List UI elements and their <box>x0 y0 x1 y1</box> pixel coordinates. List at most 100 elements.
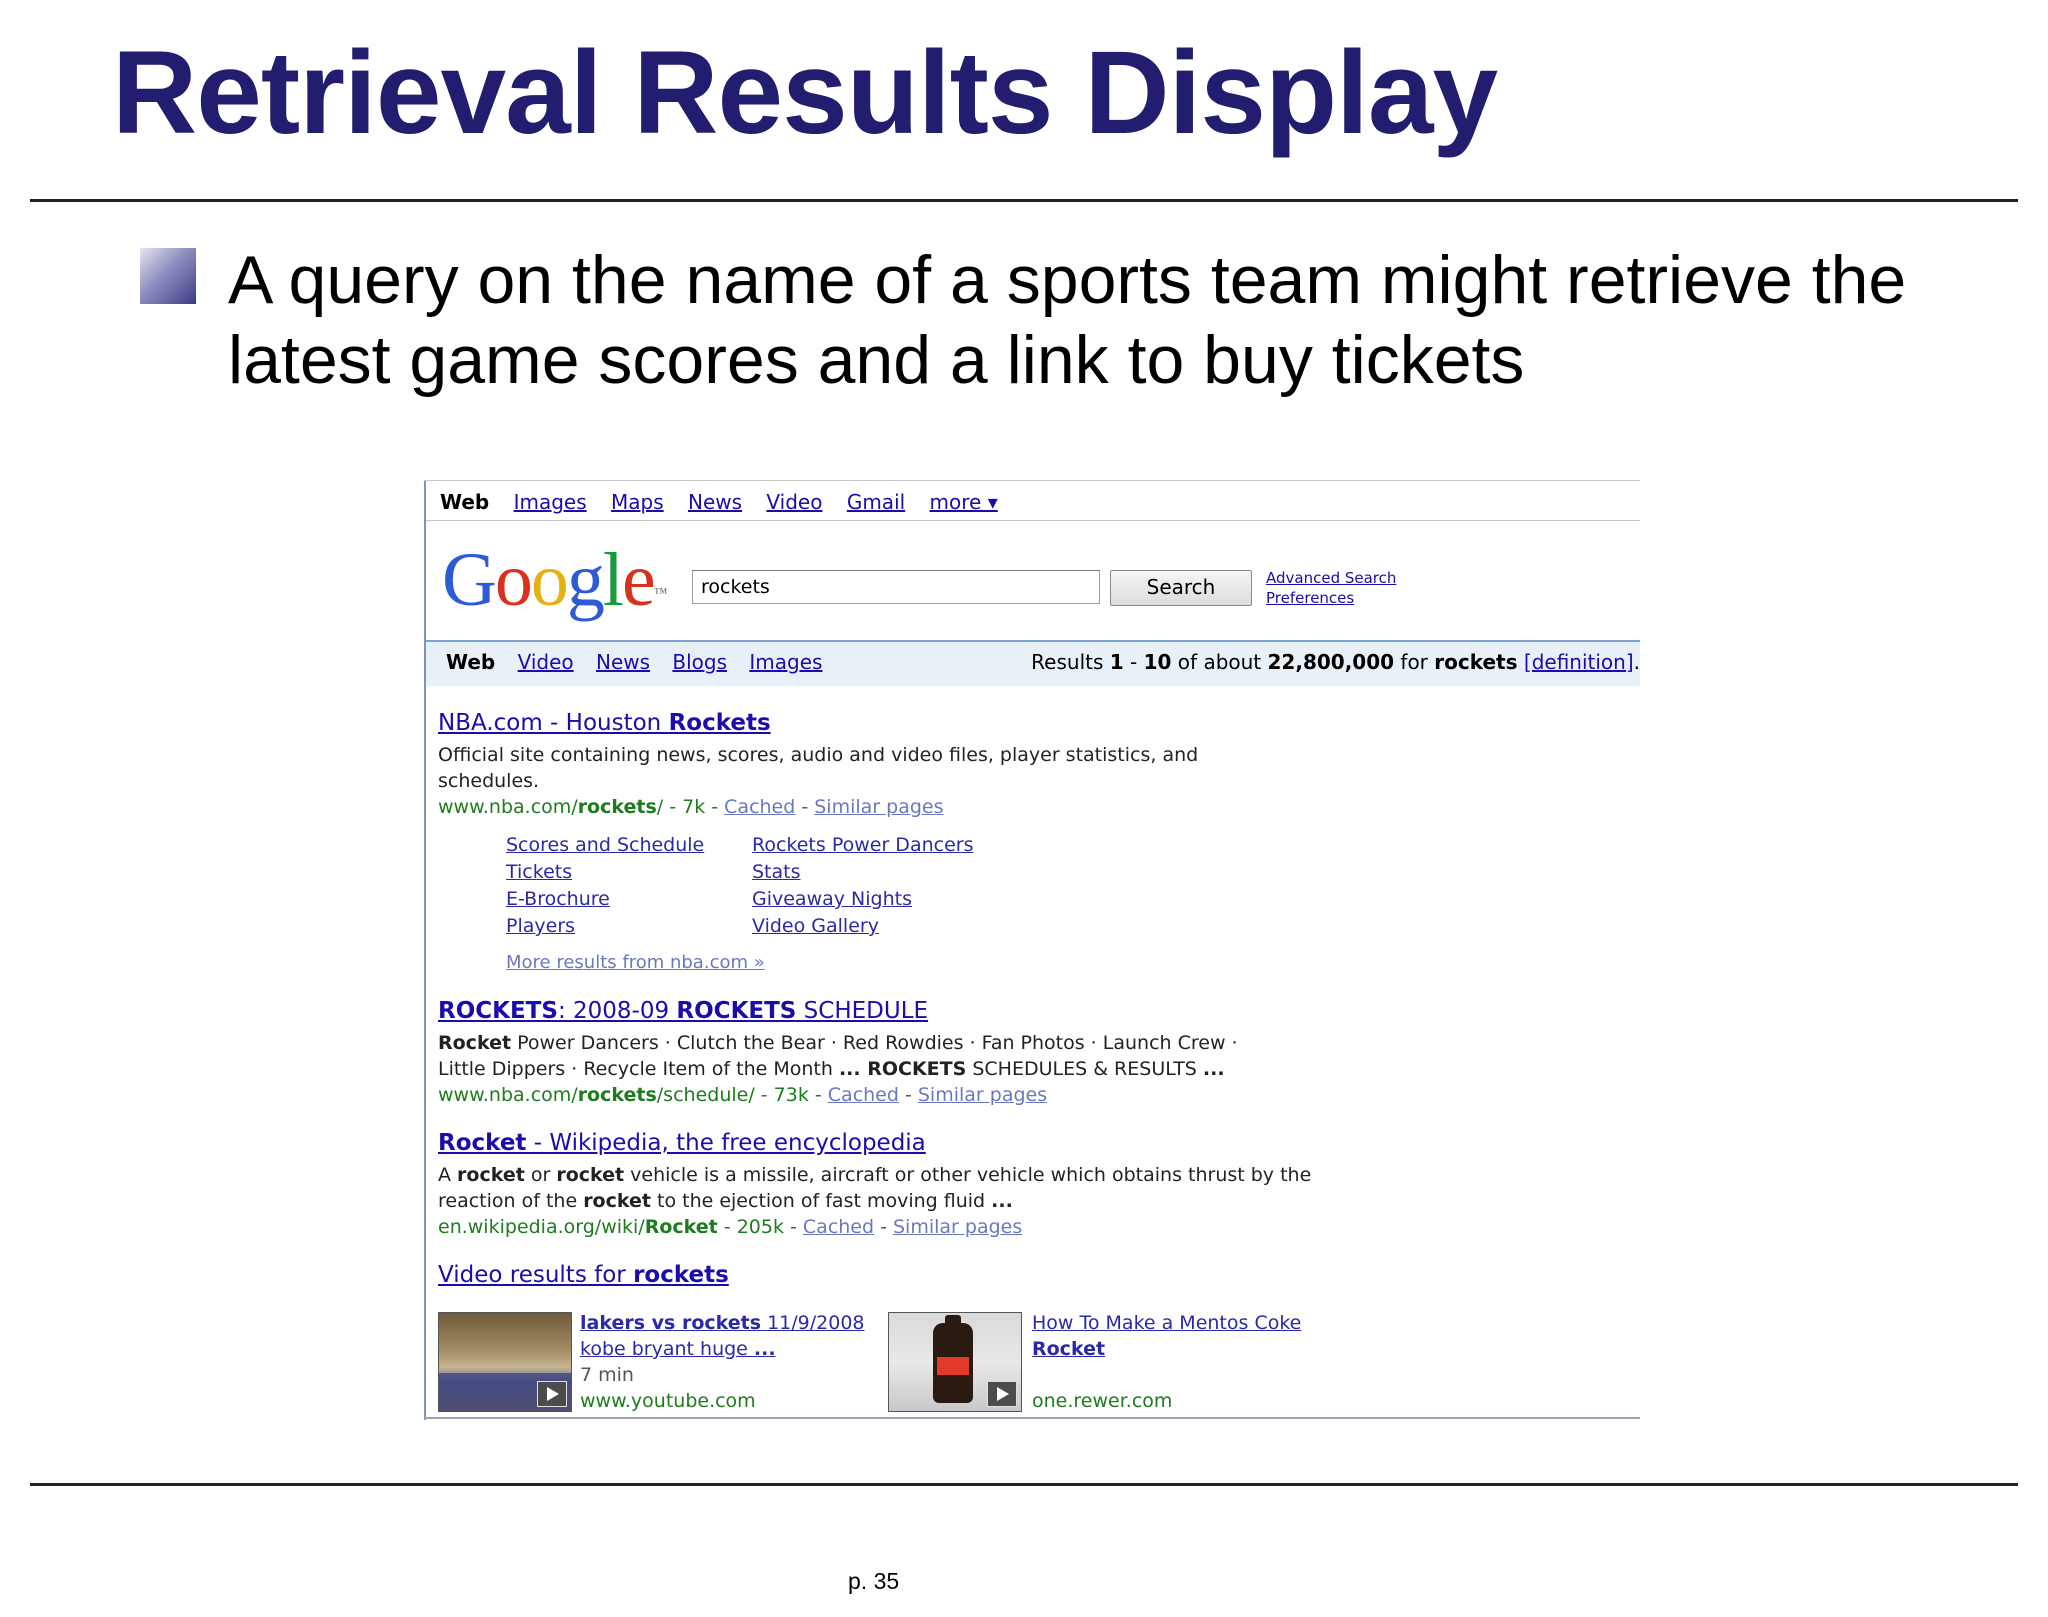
result-1-title-text[interactable]: NBA.com - Houston <box>438 710 669 736</box>
result-1-similar-link[interactable]: Similar pages <box>814 796 943 818</box>
tab-news[interactable]: News <box>596 650 650 674</box>
video-1-title-line-2[interactable]: kobe bryant huge ... <box>580 1336 865 1362</box>
topnav-news[interactable]: News <box>688 490 742 514</box>
result-2-snippet-line-2-rest: SCHEDULES & RESULTS <box>966 1058 1203 1080</box>
topnav-web[interactable]: Web <box>440 490 489 514</box>
topnav-gmail[interactable]: Gmail <box>847 490 905 514</box>
bullet-text: A query on the name of a sports team mig… <box>228 242 1907 398</box>
stats-suffix: . <box>1633 650 1640 674</box>
video-1-duration: 7 min <box>580 1364 634 1386</box>
result-2-url-bold: rockets <box>577 1084 657 1106</box>
result-1-url-bold: rockets <box>577 796 657 818</box>
video-1-title-line-2-bold[interactable]: ... <box>754 1338 776 1360</box>
video-1-info: lakers vs rockets 11/9/2008 kobe bryant … <box>580 1310 865 1414</box>
play-icon <box>987 1381 1017 1407</box>
more-results-link[interactable]: More results from nba.com » <box>506 952 765 973</box>
result-1-cached-link[interactable]: Cached <box>724 796 795 818</box>
result-2-snippet-line-2: Little Dippers · Recycle Item of the Mon… <box>438 1056 1238 1082</box>
results-bar: Web Video News Blogs Images Results 1 - … <box>426 640 1640 686</box>
sitelinks-left-column: Scores and Schedule Tickets E-Brochure P… <box>506 832 704 940</box>
video-2-source: one.rewer.com <box>1032 1390 1173 1412</box>
video-2-title-line-1[interactable]: How To Make a Mentos Coke <box>1032 1310 1301 1336</box>
result-3-title-rest[interactable]: - Wikipedia, the free encyclopedia <box>526 1130 926 1156</box>
result-2-title-keyword-1[interactable]: ROCKETS <box>438 998 558 1024</box>
sitelink-scores-schedule[interactable]: Scores and Schedule <box>506 832 704 859</box>
screenshot-left-border <box>424 480 426 1420</box>
results-stats: Results 1 - 10 of about 22,800,000 for r… <box>1031 650 1640 674</box>
result-3-s1-a: A <box>438 1164 458 1186</box>
top-divider <box>30 199 2018 202</box>
stats-range-end: 10 <box>1143 650 1172 674</box>
video-1-title-line-2-text[interactable]: kobe bryant huge <box>580 1338 754 1360</box>
result-2-title-mid[interactable]: : 2008-09 <box>558 998 676 1024</box>
sitelink-giveaway-nights[interactable]: Giveaway Nights <box>752 886 973 913</box>
video-results-heading-keyword[interactable]: rockets <box>633 1262 729 1288</box>
result-3-s1-d: vehicle is a missile, aircraft or other … <box>624 1164 1312 1186</box>
video-results-heading[interactable]: Video results for rockets <box>438 1262 729 1288</box>
video-1-title-bold[interactable]: lakers vs rockets <box>580 1312 761 1334</box>
result-3-url-rest: - 205k - <box>717 1216 803 1238</box>
result-2-snippet-line-1-rest: Power Dancers · Clutch the Bear · Red Ro… <box>511 1032 1238 1054</box>
topnav-more[interactable]: more ▾ <box>930 490 998 514</box>
result-2-snippet: Rocket Power Dancers · Clutch the Bear ·… <box>438 1030 1238 1082</box>
search-button[interactable]: Search <box>1110 570 1252 606</box>
tab-video[interactable]: Video <box>518 650 574 674</box>
result-3-title-keyword[interactable]: Rocket <box>438 1130 526 1156</box>
search-input[interactable]: rockets <box>692 570 1100 604</box>
tab-web[interactable]: Web <box>446 650 495 674</box>
result-3-s2-d: ... <box>991 1190 1013 1212</box>
result-1-title[interactable]: NBA.com - Houston Rockets <box>438 710 771 736</box>
tab-images[interactable]: Images <box>749 650 822 674</box>
result-1-url-host: www.nba.com/ <box>438 796 578 818</box>
definition-link[interactable]: [definition] <box>1524 650 1634 674</box>
result-2-url-rest: /schedule/ - 73k - <box>656 1084 828 1106</box>
topnav-images[interactable]: Images <box>514 490 587 514</box>
sitelink-players[interactable]: Players <box>506 913 704 940</box>
sitelink-stats[interactable]: Stats <box>752 859 973 886</box>
result-1-url-rest: / - 7k - <box>656 796 725 818</box>
tab-blogs[interactable]: Blogs <box>672 650 727 674</box>
stats-range-sep: - <box>1123 650 1144 674</box>
result-3-cached-link[interactable]: Cached <box>803 1216 874 1238</box>
result-2-url: www.nba.com/rockets/schedule/ - 73k - Ca… <box>438 1084 1047 1106</box>
video-2-title-line-2[interactable]: Rocket <box>1032 1336 1301 1362</box>
result-3-url-host: en.wikipedia.org/wiki/ <box>438 1216 645 1238</box>
sitelinks-right-column: Rockets Power Dancers Stats Giveaway Nig… <box>752 832 973 940</box>
result-1-url: www.nba.com/rockets/ - 7k - Cached - Sim… <box>438 796 944 818</box>
video-results-heading-text[interactable]: Video results for <box>438 1262 633 1288</box>
sitelink-tickets[interactable]: Tickets <box>506 859 704 886</box>
video-2-thumbnail[interactable] <box>888 1312 1022 1412</box>
video-1-thumbnail[interactable] <box>438 1312 572 1412</box>
result-3-snippet: A rocket or rocket vehicle is a missile,… <box>438 1162 1311 1214</box>
result-2-cached-link[interactable]: Cached <box>828 1084 899 1106</box>
sitelink-e-brochure[interactable]: E-Brochure <box>506 886 704 913</box>
stats-mid: of about <box>1171 650 1268 674</box>
result-3-s1-bold-2: rocket <box>556 1164 625 1186</box>
result-3-s2-a: reaction of the <box>438 1190 584 1212</box>
stats-query: rockets <box>1434 650 1518 674</box>
advanced-search-link[interactable]: Advanced Search <box>1266 568 1396 588</box>
result-3-similar-link[interactable]: Similar pages <box>893 1216 1022 1238</box>
result-2-title-end[interactable]: SCHEDULE <box>796 998 928 1024</box>
sitelink-video-gallery[interactable]: Video Gallery <box>752 913 973 940</box>
video-2-title-line-2-bold[interactable]: Rocket <box>1032 1338 1105 1360</box>
coke-bottle-icon <box>933 1315 973 1403</box>
result-2-title[interactable]: ROCKETS: 2008-09 ROCKETS SCHEDULE <box>438 998 928 1024</box>
result-1-title-keyword[interactable]: Rockets <box>669 710 771 736</box>
sitelink-power-dancers[interactable]: Rockets Power Dancers <box>752 832 973 859</box>
result-2-snippet-bold-2: ... ROCKETS <box>838 1058 967 1080</box>
topnav-maps[interactable]: Maps <box>611 490 664 514</box>
result-2-snippet-line-2-start: Little Dippers · Recycle Item of the Mon… <box>438 1058 839 1080</box>
result-2-title-keyword-2[interactable]: ROCKETS <box>676 998 796 1024</box>
video-1-title-line-1[interactable]: lakers vs rockets 11/9/2008 <box>580 1310 865 1336</box>
result-1-snippet: Official site containing news, scores, a… <box>438 742 1198 794</box>
result-2-similar-link[interactable]: Similar pages <box>918 1084 1047 1106</box>
topnav-video[interactable]: Video <box>766 490 822 514</box>
result-3-title[interactable]: Rocket - Wikipedia, the free encyclopedi… <box>438 1130 926 1156</box>
google-logo[interactable]: Google™ <box>442 538 667 622</box>
stats-range-start: 1 <box>1109 650 1124 674</box>
bullet-square-icon <box>140 248 196 304</box>
video-1-source: www.youtube.com <box>580 1390 756 1412</box>
video-1-title-rest[interactable]: 11/9/2008 <box>761 1312 864 1334</box>
preferences-link[interactable]: Preferences <box>1266 588 1396 608</box>
